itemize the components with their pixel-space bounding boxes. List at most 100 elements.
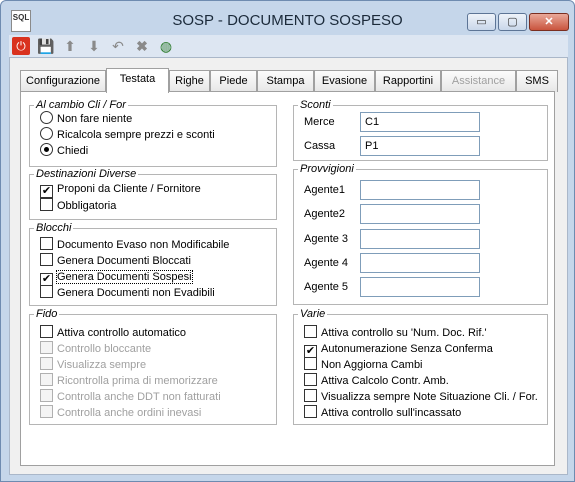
radio-ricalcola[interactable]: Ricalcola sempre prezzi e sconti <box>40 127 215 143</box>
checkbox-label: Controllo bloccante <box>57 343 152 355</box>
arrow-up-icon[interactable]: ⬆ <box>61 37 79 55</box>
minimize-button[interactable]: ▭ <box>467 13 496 31</box>
group-provvigioni-title: Provvigioni <box>298 162 356 176</box>
checkbox-label: Obbligatoria <box>57 200 117 212</box>
checkbox <box>40 357 53 370</box>
checkbox-ddt-non-fatturati: Controlla anche DDT non fatturati <box>40 389 221 405</box>
tab-rapportini[interactable]: Rapportini <box>375 70 441 92</box>
agente4-input[interactable] <box>360 253 480 273</box>
checkbox <box>40 341 53 354</box>
close-icon: ✕ <box>544 16 554 28</box>
radio-chiedi[interactable]: Chiedi <box>40 143 88 159</box>
checkbox <box>40 373 53 386</box>
checkbox-evaso-non-modificabile[interactable]: Documento Evaso non Modificabile <box>40 237 229 253</box>
group-fido: Fido Attiva controllo automatico Control… <box>29 307 277 425</box>
checkbox[interactable] <box>40 237 53 250</box>
merce-input[interactable]: C1 <box>360 112 480 132</box>
checkbox-label: Controlla anche DDT non fatturati <box>57 391 221 403</box>
checkbox-label: Attiva Calcolo Contr. Amb. <box>321 375 449 387</box>
group-cambio-title: Al cambio Cli / For <box>34 98 128 112</box>
checkbox-label: Genera Documenti Sospesi <box>56 270 193 284</box>
agente2-label: Agente2 <box>304 208 345 220</box>
window: SQL SOSP - DOCUMENTO SOSPESO ▭ ▢ ✕ ⏻ 💾 ⬆… <box>0 0 575 482</box>
checkbox[interactable] <box>304 357 317 370</box>
radio-button[interactable] <box>40 127 53 140</box>
checkbox-calcolo-contr-amb[interactable]: Attiva Calcolo Contr. Amb. <box>304 373 449 389</box>
group-destinazioni: Destinazioni Diverse ✔ Proponi da Cliente… <box>29 167 277 220</box>
tab-panel-testata: Al cambio Cli / For Non fare niente Rica… <box>20 91 555 466</box>
title-bar: SQL SOSP - DOCUMENTO SOSPESO ▭ ▢ ✕ <box>1 1 574 35</box>
checkbox[interactable] <box>40 253 53 266</box>
checkbox-controllo-automatico[interactable]: Attiva controllo automatico <box>40 325 186 341</box>
checkbox-label: Documento Evaso non Modificabile <box>57 239 230 251</box>
close-button[interactable]: ✕ <box>529 13 569 31</box>
checkbox-label: Controlla anche ordini inevasi <box>57 407 202 419</box>
checkbox <box>40 389 53 402</box>
checkbox-label: Attiva controllo su 'Num. Doc. Rif.' <box>321 327 487 339</box>
checkbox[interactable] <box>304 325 317 338</box>
checkbox-label: Ricontrolla prima di memorizzare <box>57 375 218 387</box>
tab-assistance: Assistance <box>441 70 516 92</box>
globe-icon[interactable]: ◍ <box>157 37 175 55</box>
checkbox-visualizza-sempre: Visualizza sempre <box>40 357 146 373</box>
checkbox[interactable] <box>304 373 317 386</box>
radio-button[interactable] <box>40 143 53 156</box>
checkbox[interactable] <box>40 325 53 338</box>
checkbox-num-doc-rif[interactable]: Attiva controllo su 'Num. Doc. Rif.' <box>304 325 487 341</box>
undo-icon[interactable]: ↶ <box>109 37 127 55</box>
checkbox-label: Proponi da Cliente / Fornitore <box>57 183 201 195</box>
maximize-button[interactable]: ▢ <box>498 13 527 31</box>
checkbox-ricontrolla: Ricontrolla prima di memorizzare <box>40 373 218 389</box>
checkbox-non-aggiorna-cambi[interactable]: Non Aggiorna Cambi <box>304 357 423 373</box>
checkbox-label: Non Aggiorna Cambi <box>321 359 423 371</box>
checkbox[interactable] <box>304 405 317 418</box>
cassa-label: Cassa <box>304 140 336 152</box>
group-provvigioni: Provvigioni Agente1 Agente2 Agente 3 Age… <box>293 162 548 305</box>
radio-button[interactable] <box>40 111 53 124</box>
agente4-label: Agente 4 <box>304 257 349 269</box>
tab-sms[interactable]: SMS <box>516 70 558 92</box>
tab-righe[interactable]: Righe <box>169 70 210 92</box>
agente1-input[interactable] <box>360 180 480 200</box>
checkbox-obbligatoria[interactable]: Obbligatoria <box>40 198 116 214</box>
group-sconti: Sconti Merce C1 Cassa P1 <box>293 98 548 161</box>
group-fido-title: Fido <box>34 307 60 321</box>
checkbox-documenti-sospesi[interactable]: ✔ Genera Documenti Sospesi <box>40 269 193 286</box>
checkbox-autonumerazione[interactable]: ✔ Autonumerazione Senza Conferma <box>304 341 493 358</box>
agente5-input[interactable] <box>360 277 480 297</box>
group-cambio: Al cambio Cli / For Non fare niente Rica… <box>29 98 277 167</box>
radio-non-fare-niente[interactable]: Non fare niente <box>40 111 132 127</box>
tab-testata[interactable]: Testata <box>106 68 169 93</box>
checkbox[interactable] <box>40 285 53 298</box>
checkbox-label: Genera Documenti non Evadibili <box>57 287 215 299</box>
minimize-icon: ▭ <box>476 16 487 28</box>
tab-configurazione[interactable]: Configurazione <box>20 70 106 92</box>
checkbox-ordini-inevasi: Controlla anche ordini inevasi <box>40 405 201 421</box>
toolbar: ⏻ 💾 ⬆ ⬇ ↶ ✖ ◍ <box>9 35 568 57</box>
power-icon[interactable]: ⏻ <box>12 37 30 55</box>
cassa-input[interactable]: P1 <box>360 136 480 156</box>
maximize-icon: ▢ <box>507 16 518 28</box>
tab-evasione[interactable]: Evasione <box>314 70 375 92</box>
checkbox-proponi[interactable]: ✔ Proponi da Cliente / Fornitore <box>40 181 201 198</box>
checkbox[interactable]: ✔ <box>40 185 53 198</box>
checkbox-note-situazione[interactable]: Visualizza sempre Note Situazione Cli. /… <box>304 389 538 405</box>
group-sconti-title: Sconti <box>298 98 333 112</box>
checkbox[interactable] <box>304 389 317 402</box>
agente3-input[interactable] <box>360 229 480 249</box>
arrow-down-icon[interactable]: ⬇ <box>85 37 103 55</box>
checkbox[interactable] <box>40 198 53 211</box>
agente2-input[interactable] <box>360 204 480 224</box>
tab-piede[interactable]: Piede <box>210 70 257 92</box>
checkbox-label: Attiva controllo automatico <box>57 327 187 339</box>
checkbox <box>40 405 53 418</box>
delete-icon[interactable]: ✖ <box>133 37 151 55</box>
checkbox-non-evadibili[interactable]: Genera Documenti non Evadibili <box>40 285 215 301</box>
checkbox-controllo-incassato[interactable]: Attiva controllo sull'incassato <box>304 405 461 421</box>
checkbox-documenti-bloccati[interactable]: Genera Documenti Bloccati <box>40 253 191 269</box>
radio-label: Chiedi <box>57 145 89 157</box>
group-blocchi: Blocchi Documento Evaso non Modificabile… <box>29 221 277 306</box>
checkbox-label: Attiva controllo sull'incassato <box>321 407 462 419</box>
save-icon[interactable]: 💾 <box>37 37 55 55</box>
tab-stampa[interactable]: Stampa <box>257 70 314 92</box>
